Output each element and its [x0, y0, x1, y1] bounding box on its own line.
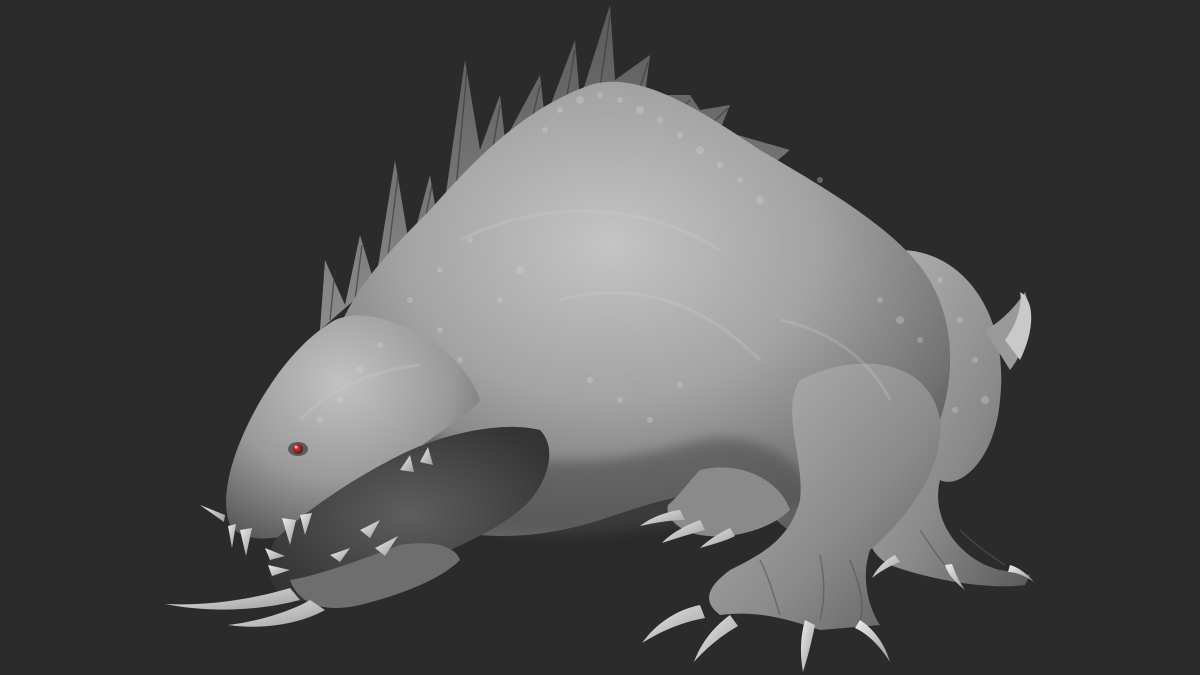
eye-icon — [288, 442, 308, 456]
creature-render — [0, 0, 1200, 675]
render-viewport — [0, 0, 1200, 675]
